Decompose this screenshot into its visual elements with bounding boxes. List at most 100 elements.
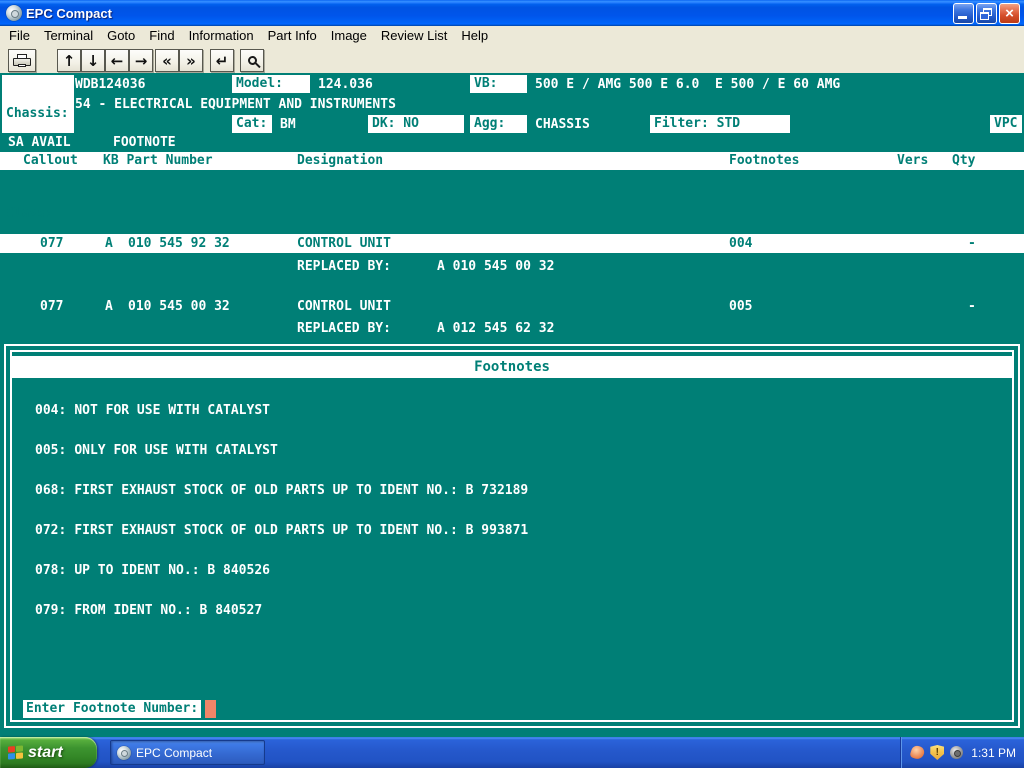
tab-footnote[interactable]: FOOTNOTE bbox=[113, 135, 176, 151]
search-button[interactable] bbox=[240, 49, 264, 72]
windows-flag-icon bbox=[8, 745, 23, 760]
footnote-entry: 078: UP TO IDENT NO.: B 840526 bbox=[35, 562, 270, 580]
vb-label: VB: bbox=[470, 75, 527, 93]
footnotes-panel-title: Footnotes bbox=[12, 356, 1012, 378]
tab-sa-avail[interactable]: SA AVAIL bbox=[8, 135, 71, 151]
menu-information[interactable]: Information bbox=[182, 26, 261, 45]
up-arrow-icon: ↑ bbox=[63, 52, 76, 70]
menu-help[interactable]: Help bbox=[454, 26, 495, 45]
scroll-down-button[interactable]: ↓ bbox=[81, 49, 105, 72]
window-title: EPC Compact bbox=[26, 6, 112, 21]
footnote-entry: 005: ONLY FOR USE WITH CATALYST bbox=[35, 442, 278, 460]
scroll-right-button[interactable]: → bbox=[129, 49, 153, 72]
footnote-text: FIRST EXHAUST STOCK OF OLD PARTS UP TO I… bbox=[74, 482, 528, 500]
cell-designation: CONTROL UNIT bbox=[297, 234, 391, 253]
vb-value: 500 E / AMG 500 E 6.0 E 500 / E 60 AMG bbox=[535, 76, 840, 94]
replaced-by-label: REPLACED BY: bbox=[297, 319, 391, 338]
cat-value: BM bbox=[280, 116, 296, 134]
right-arrow-icon: → bbox=[135, 52, 148, 70]
cell-callout: 077 bbox=[40, 297, 63, 316]
page-back-button[interactable]: « bbox=[155, 49, 179, 72]
agg-label: Agg: bbox=[470, 115, 527, 133]
start-label: start bbox=[28, 744, 63, 762]
cell-kb: A bbox=[105, 234, 113, 253]
taskbar-task-epc-compact[interactable]: EPC Compact bbox=[110, 740, 265, 765]
table-header: Callout KB Part Number Designation Footn… bbox=[0, 152, 1024, 170]
restore-button[interactable] bbox=[976, 3, 997, 24]
clock: 1:31 PM bbox=[969, 746, 1016, 760]
chassis-value: WDB124036 bbox=[75, 76, 145, 94]
pointing-device-tray-icon[interactable] bbox=[910, 744, 926, 760]
footnote-code: 079: bbox=[35, 602, 66, 620]
menu-goto[interactable]: Goto bbox=[100, 26, 142, 45]
table-row-replaced-by: REPLACED BY: A 010 545 00 32 bbox=[0, 257, 1024, 276]
footnote-code: 078: bbox=[35, 562, 66, 580]
group-value: 54 - ELECTRICAL EQUIPMENT AND INSTRUMENT… bbox=[75, 96, 396, 114]
title-bar: EPC Compact × bbox=[0, 0, 1024, 26]
col-callout: Callout bbox=[23, 152, 78, 170]
footnote-entry: 079: FROM IDENT NO.: B 840527 bbox=[35, 602, 262, 620]
replaced-by-value: A 012 545 62 32 bbox=[437, 319, 554, 338]
footnote-entry: 068: FIRST EXHAUST STOCK OF OLD PARTS UP… bbox=[35, 482, 528, 500]
app-cd-icon bbox=[117, 746, 131, 760]
terminal-screen: Chassis: Group: Class: WDB124036 Model: … bbox=[0, 73, 1024, 737]
menu-find[interactable]: Find bbox=[142, 26, 181, 45]
replaced-by-label: REPLACED BY: bbox=[297, 257, 391, 276]
enter-button[interactable]: ↵ bbox=[210, 49, 234, 72]
scroll-up-button[interactable]: ↑ bbox=[57, 49, 81, 72]
menu-file[interactable]: File bbox=[2, 26, 37, 45]
replaced-by-value: A 010 545 00 32 bbox=[437, 257, 554, 276]
col-vers: Vers bbox=[897, 152, 928, 170]
print-icon bbox=[13, 54, 31, 67]
cell-kb: A bbox=[105, 297, 113, 316]
minimize-icon bbox=[958, 16, 967, 19]
enter-icon: ↵ bbox=[216, 52, 229, 70]
table-row-replaced-by: REPLACED BY: A 012 545 62 32 bbox=[0, 319, 1024, 338]
search-icon bbox=[248, 56, 257, 65]
minimize-button[interactable] bbox=[953, 3, 974, 24]
footnote-text: UP TO IDENT NO.: B 840526 bbox=[74, 562, 270, 580]
cell-designation: CONTROL UNIT bbox=[297, 297, 391, 316]
menu-terminal[interactable]: Terminal bbox=[37, 26, 100, 45]
page-forward-button[interactable]: » bbox=[179, 49, 203, 72]
table-row[interactable]: 077 A 010 545 00 32 CONTROL UNIT 005 - bbox=[0, 297, 1024, 316]
double-left-arrow-icon: « bbox=[162, 52, 172, 70]
menu-part-info[interactable]: Part Info bbox=[261, 26, 324, 45]
dk-field: DK: NO bbox=[368, 115, 464, 133]
table-row[interactable]: 077 A 010 545 92 32 CONTROL UNIT 004 - bbox=[0, 234, 1024, 253]
security-alert-icon[interactable]: ! bbox=[930, 745, 944, 760]
close-button[interactable]: × bbox=[999, 3, 1020, 24]
cell-part-number: 010 545 92 32 bbox=[128, 234, 230, 253]
taskbar: start EPC Compact ! 1:31 PM bbox=[0, 737, 1024, 768]
cell-footnotes: 004 bbox=[729, 234, 752, 253]
start-button[interactable]: start bbox=[0, 737, 97, 768]
col-designation: Designation bbox=[297, 152, 383, 170]
cell-qty: - bbox=[968, 297, 976, 316]
cell-part-number: 010 545 00 32 bbox=[128, 297, 230, 316]
model-value: 124.036 bbox=[318, 76, 373, 94]
col-qty: Qty bbox=[952, 152, 975, 170]
agg-value: CHASSIS bbox=[535, 116, 590, 134]
footnote-text: FROM IDENT NO.: B 840527 bbox=[74, 602, 262, 620]
footnote-text: NOT FOR USE WITH CATALYST bbox=[74, 402, 270, 420]
cat-label: Cat: bbox=[232, 115, 272, 133]
footnote-code: 004: bbox=[35, 402, 66, 420]
menu-review-list[interactable]: Review List bbox=[374, 26, 454, 45]
print-button[interactable] bbox=[8, 49, 36, 72]
vpc-button[interactable]: VPC bbox=[990, 115, 1022, 133]
footnote-number-input[interactable] bbox=[205, 700, 216, 718]
model-label: Model: bbox=[232, 75, 310, 93]
task-label: EPC Compact bbox=[136, 746, 212, 760]
col-footnotes: Footnotes bbox=[729, 152, 799, 170]
tray-utility-icon[interactable] bbox=[950, 746, 963, 759]
menu-image[interactable]: Image bbox=[324, 26, 374, 45]
down-arrow-icon: ↓ bbox=[87, 52, 100, 70]
session-labels: Chassis: Group: Class: bbox=[2, 75, 74, 133]
scroll-left-button[interactable]: ← bbox=[105, 49, 129, 72]
cell-qty: - bbox=[968, 234, 976, 253]
footnotes-panel: Footnotes 004: NOT FOR USE WITH CATALYST… bbox=[4, 344, 1020, 728]
footnote-text: FIRST EXHAUST STOCK OF OLD PARTS UP TO I… bbox=[74, 522, 528, 540]
close-icon: × bbox=[1000, 4, 1019, 23]
col-kb-part-number: KB Part Number bbox=[103, 152, 213, 170]
footnote-entry: 004: NOT FOR USE WITH CATALYST bbox=[35, 402, 270, 420]
